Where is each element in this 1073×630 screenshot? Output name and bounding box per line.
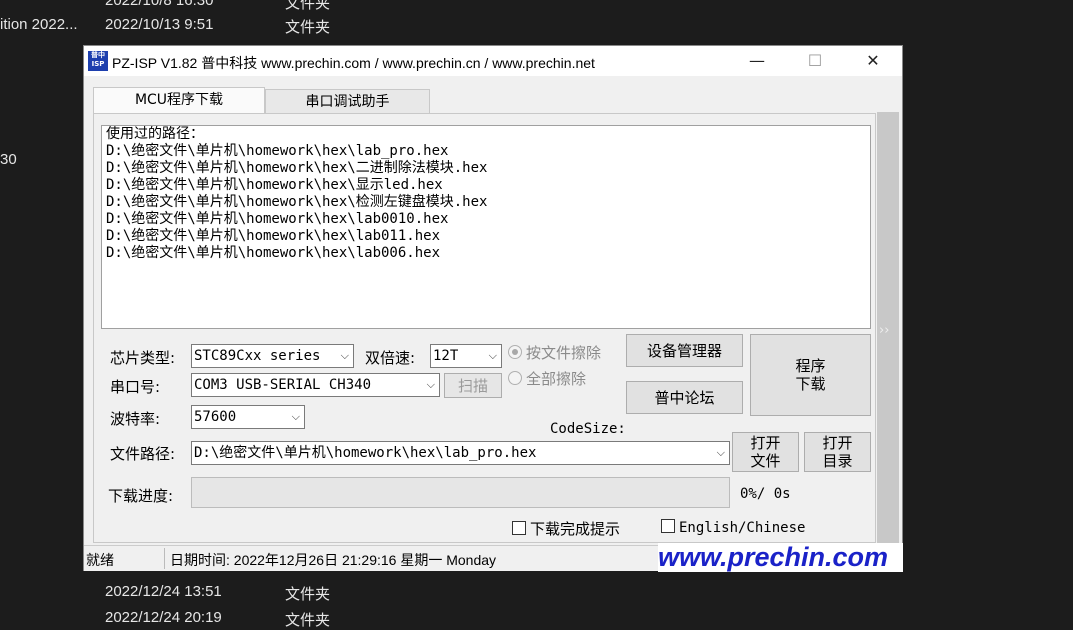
title-bar[interactable]: 普中ISP PZ-ISP V1.82 普中科技 www.prechin.com …	[84, 46, 902, 76]
erase-all-label: 全部擦除	[526, 370, 587, 388]
double-speed-label: 双倍速:	[365, 349, 416, 367]
chevron-down-icon: ⌵	[291, 410, 300, 423]
history-line: D:\绝密文件\单片机\homework\hex\显示led.hex	[106, 177, 443, 193]
radio-selected-icon	[508, 345, 522, 359]
pz-isp-window: 普中ISP PZ-ISP V1.82 普中科技 www.prechin.com …	[83, 45, 903, 572]
baud-rate-value: 57600	[194, 409, 237, 425]
bg-row-type-3: 文件夹	[285, 586, 331, 603]
double-chevron-right-icon: ››	[879, 323, 890, 338]
chevron-down-icon: ⌵	[426, 378, 435, 391]
download-done-hint-checkbox[interactable]: 下载完成提示	[512, 518, 620, 539]
chip-type-value: STC89Cxx series	[194, 348, 321, 364]
close-button[interactable]: ✕	[844, 46, 902, 76]
chip-type-select[interactable]: STC89Cxx series ⌵	[191, 344, 354, 368]
erase-all-radio[interactable]: 全部擦除	[508, 368, 586, 389]
language-checkbox[interactable]: English/Chinese	[661, 518, 805, 536]
prechin-logo[interactable]: www.prechin.com	[658, 543, 903, 572]
open-file-button[interactable]: 打开 文件	[732, 432, 799, 472]
status-separator	[164, 548, 165, 569]
program-download-button[interactable]: 程序 下载	[750, 334, 871, 416]
bg-row-date-2[interactable]: 2022/10/13 9:51	[105, 16, 213, 33]
language-label: English/Chinese	[679, 520, 806, 536]
history-line: D:\绝密文件\单片机\homework\hex\lab006.hex	[106, 245, 441, 261]
history-paths-box[interactable]: 使用过的路径： D:\绝密文件\单片机\homework\hex\lab_pro.…	[101, 125, 871, 329]
bg-row-date-4[interactable]: 2022/12/24 20:19	[105, 609, 222, 626]
chevron-down-icon: ⌵	[340, 349, 349, 362]
history-line: D:\绝密文件\单片机\homework\hex\lab_pro.hex	[106, 143, 449, 159]
history-line: D:\绝密文件\单片机\homework\hex\检测左键盘模块.hex	[106, 194, 488, 210]
file-path-label: 文件路径:	[110, 445, 176, 463]
history-line: 使用过的路径：	[106, 126, 204, 142]
device-manager-button[interactable]: 设备管理器	[626, 334, 743, 367]
file-path-select[interactable]: D:\绝密文件\单片机\homework\hex\lab_pro.hex ⌵	[191, 441, 730, 465]
status-datetime: 日期时间: 2022年12月26日 21:29:16 星期一 Monday	[170, 552, 497, 568]
progress-label: 下载进度:	[108, 487, 174, 505]
chevron-down-icon: ⌵	[716, 446, 725, 459]
bg-row-type-2: 文件夹	[285, 19, 331, 36]
history-line: D:\绝密文件\单片机\homework\hex\lab011.hex	[106, 228, 441, 244]
serial-port-label: 串口号:	[110, 378, 161, 396]
tab-serial-assistant[interactable]: 串口调试助手	[265, 89, 430, 113]
history-line: D:\绝密文件\单片机\homework\hex\lab0010.hex	[106, 211, 449, 227]
status-bar: 就绪 日期时间: 2022年12月26日 21:29:16 星期一 Monday…	[84, 543, 903, 572]
codesize-label: CodeSize:	[550, 421, 626, 437]
scan-button[interactable]: 扫描	[444, 373, 502, 398]
history-line: D:\绝密文件\单片机\homework\hex\二进制除法模块.hex	[106, 160, 488, 176]
checkbox-unchecked-icon	[661, 519, 675, 533]
baud-rate-select[interactable]: 57600 ⌵	[191, 405, 305, 429]
chip-type-label: 芯片类型:	[110, 349, 176, 367]
baud-rate-label: 波特率:	[110, 410, 161, 428]
download-progress-bar	[191, 477, 730, 508]
serial-port-value: COM3 USB-SERIAL CH340	[194, 377, 372, 393]
maximize-button[interactable]: ☐	[786, 46, 844, 76]
erase-by-file-radio[interactable]: 按文件擦除	[508, 342, 601, 363]
progress-text: 0%/ 0s	[740, 486, 791, 502]
download-done-hint-label: 下载完成提示	[530, 520, 621, 538]
bg-partial-name: ition 2022...	[0, 16, 78, 33]
bg-row-date-1: 2022/10/8 16:30	[105, 0, 214, 9]
radio-unselected-icon	[508, 371, 522, 385]
bg-row-date-3[interactable]: 2022/12/24 13:51	[105, 583, 222, 600]
bg-row-type-1: 文件夹	[285, 0, 331, 12]
bg-side-number: 30	[0, 151, 17, 168]
double-speed-select[interactable]: 12T ⌵	[430, 344, 502, 368]
forum-button[interactable]: 普中论坛	[626, 381, 743, 414]
double-speed-value: 12T	[433, 348, 459, 364]
file-path-value: D:\绝密文件\单片机\homework\hex\lab_pro.hex	[194, 445, 537, 461]
serial-port-select[interactable]: COM3 USB-SERIAL CH340 ⌵	[191, 373, 440, 397]
bg-row-type-4: 文件夹	[285, 612, 331, 629]
checkbox-unchecked-icon	[512, 521, 526, 535]
app-logo-icon: 普中ISP	[88, 51, 108, 71]
window-title: PZ-ISP V1.82 普中科技 www.prechin.com / www.…	[112, 55, 595, 71]
minimize-button[interactable]: —	[728, 46, 786, 76]
chevron-down-icon: ⌵	[488, 349, 497, 362]
erase-by-file-label: 按文件擦除	[526, 344, 602, 362]
open-directory-button[interactable]: 打开 目录	[804, 432, 871, 472]
status-ready: 就绪	[86, 553, 114, 569]
tab-mcu-download[interactable]: MCU程序下载	[93, 87, 265, 114]
